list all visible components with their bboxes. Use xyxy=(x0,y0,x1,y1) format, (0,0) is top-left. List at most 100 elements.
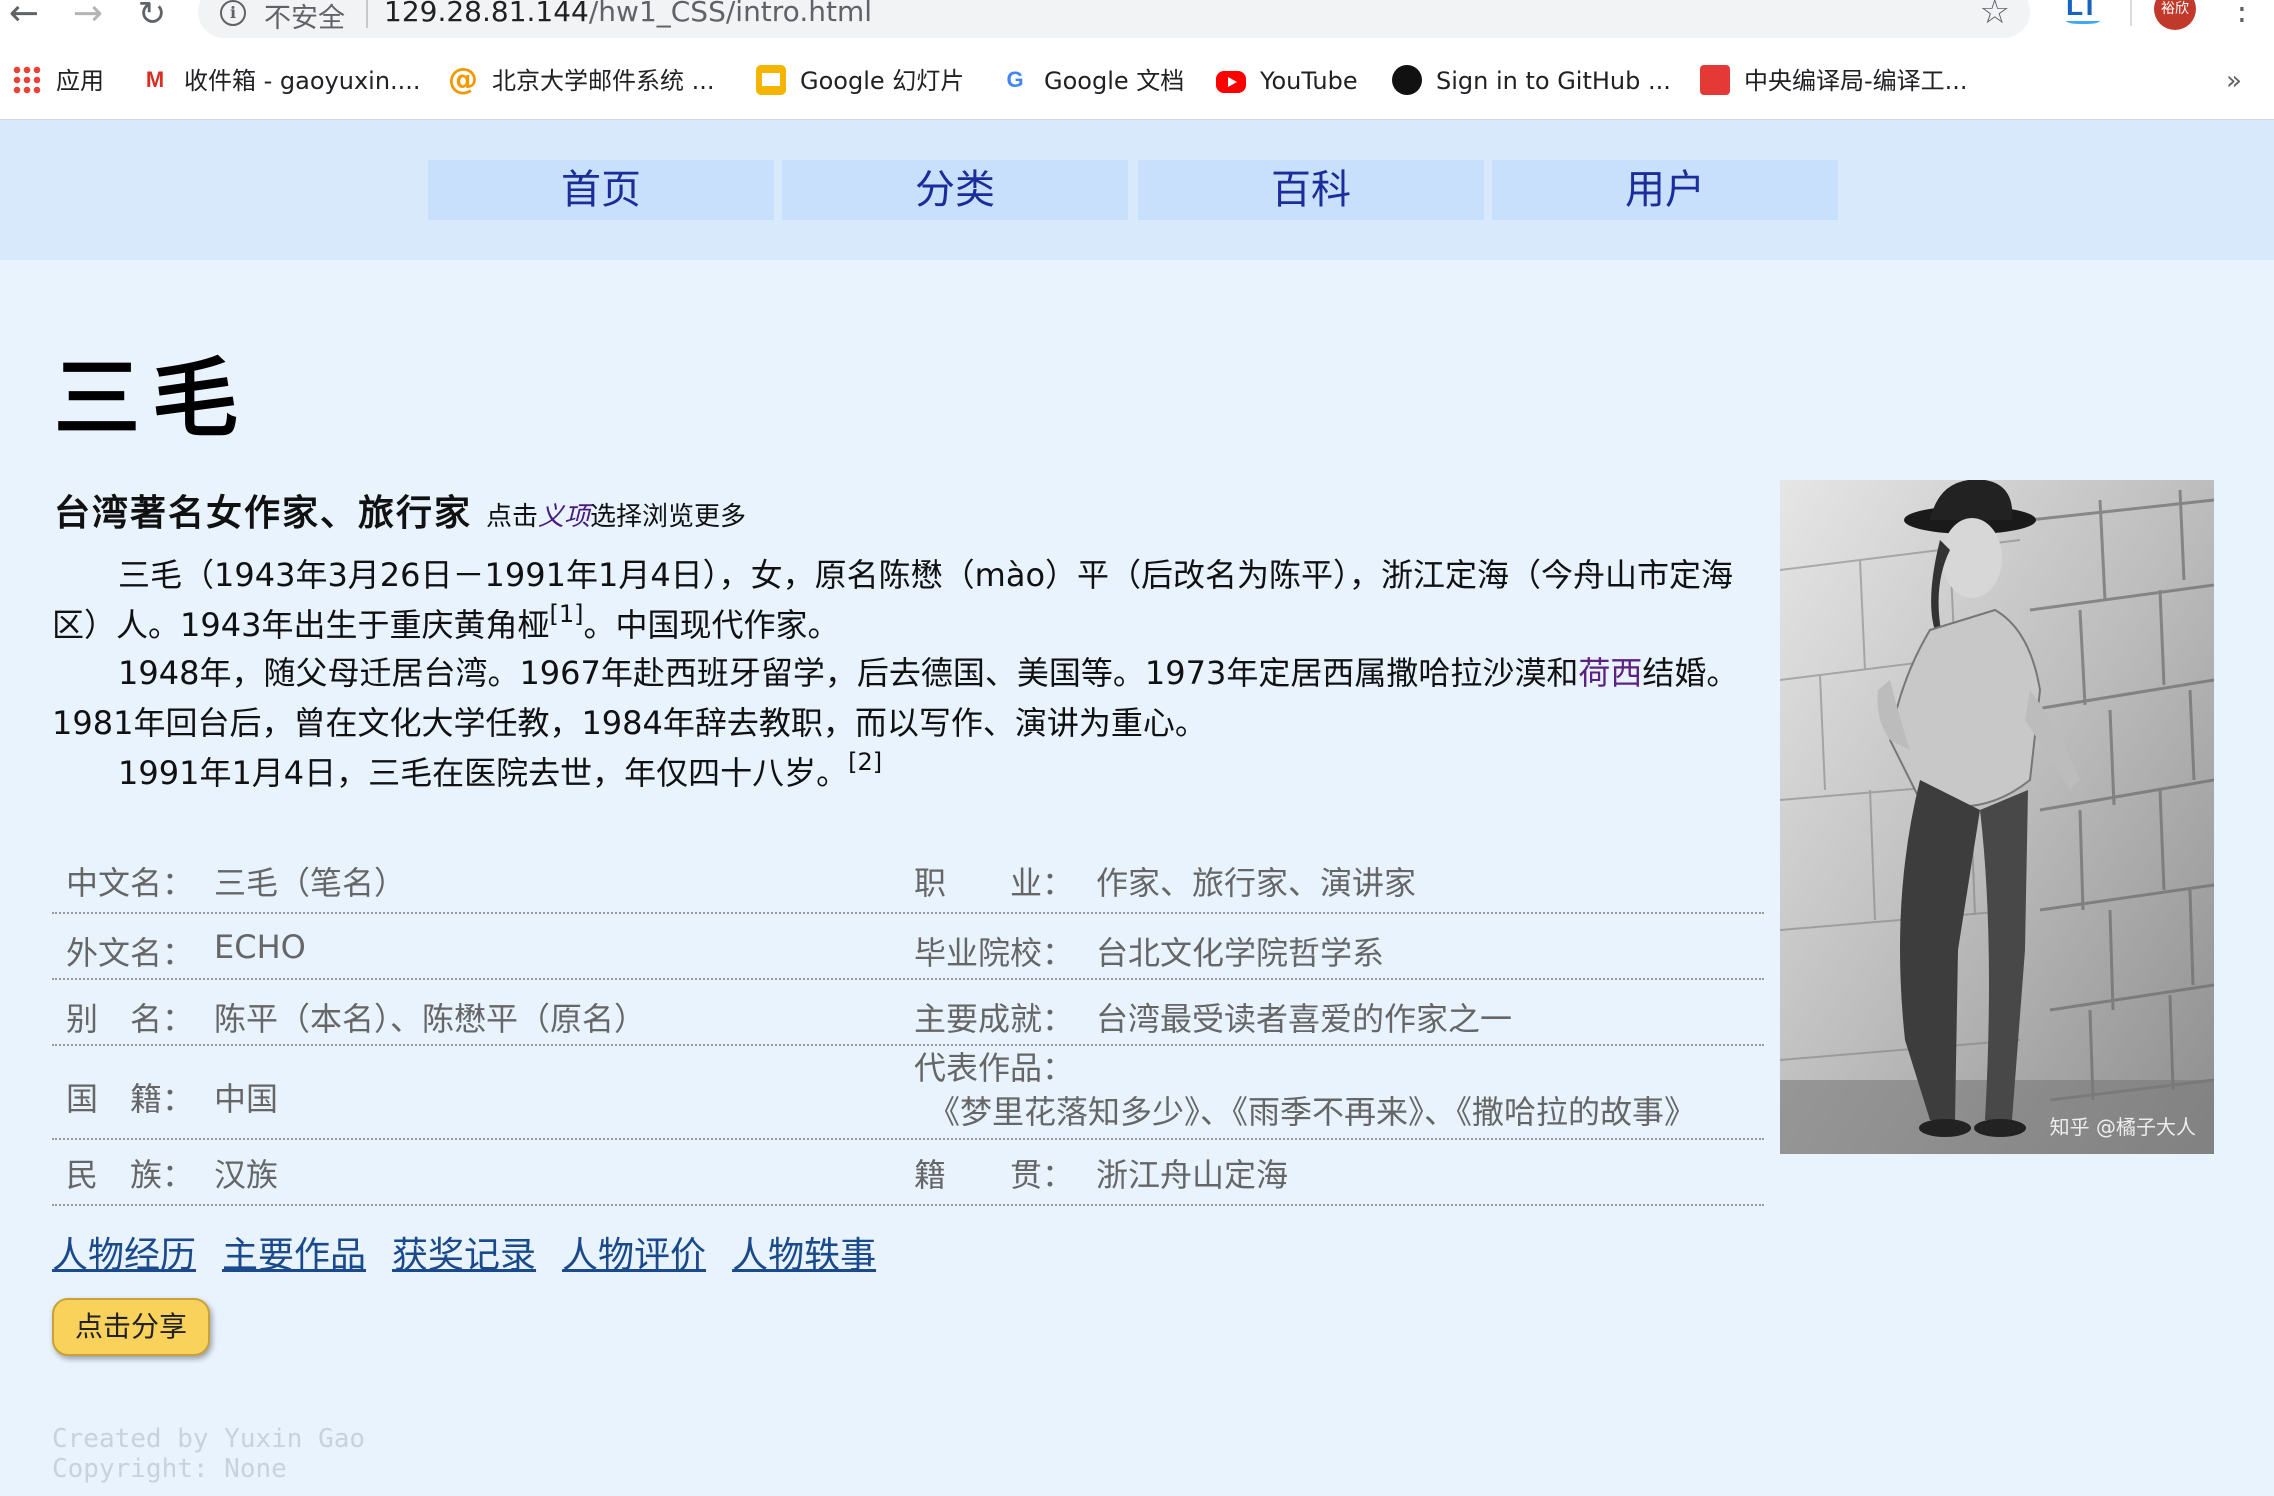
bookmark-gmail[interactable]: M 收件箱 - gaoyuxin.... xyxy=(140,64,421,98)
link-works[interactable]: 主要作品 xyxy=(222,1235,366,1276)
bookmark-label: 中央编译局-编译工... xyxy=(1744,67,1968,95)
info-value: 《梦里花落知多少》、《雨季不再来》、《撒哈拉的故事》 xyxy=(944,1093,1697,1131)
bookmark-github[interactable]: Sign in to GitHub ... xyxy=(1392,64,1671,98)
browser-chrome: ← → ↻ i 不安全 129.28.81.144/hw1_CSS/intro.… xyxy=(0,0,2274,120)
info-value-wrapped: 代表作品： 《梦里花落知多少》、《雨季不再来》、《撒哈拉的故事》 xyxy=(914,1046,1764,1134)
nav-category[interactable]: 分类 xyxy=(782,160,1128,220)
bookmark-label: 北京大学邮件系统 ... xyxy=(492,67,715,95)
link-anecdotes[interactable]: 人物轶事 xyxy=(732,1235,876,1276)
info-key: 国 籍： xyxy=(66,1080,195,1118)
info-key: 民 族： xyxy=(66,1156,195,1194)
url-path: /hw1_CSS/intro.html xyxy=(588,0,873,28)
gmail-icon: M xyxy=(145,67,165,92)
bookmark-youtube[interactable]: YouTube xyxy=(1216,64,1358,98)
info-key: 毕业院校： xyxy=(914,934,1075,972)
link-reviews[interactable]: 人物评价 xyxy=(562,1235,706,1276)
reference-2[interactable]: [2] xyxy=(848,748,882,776)
bookmark-label: Google 文档 xyxy=(1044,67,1185,95)
info-value: ECHO xyxy=(214,928,306,966)
subtitle: 台湾著名女作家、旅行家 点击义项选择浏览更多 xyxy=(54,484,746,536)
reload-icon[interactable]: ↻ xyxy=(132,0,172,34)
reference-1[interactable]: [1] xyxy=(549,600,583,628)
info-key: 籍 贯： xyxy=(914,1156,1075,1194)
address-divider xyxy=(366,0,368,28)
info-value: 汉族 xyxy=(214,1156,279,1194)
info-row: 中文名： 三毛（笔名） 职 业： 作家、旅行家、演讲家 xyxy=(52,848,1764,914)
bookmark-label: Google 幻灯片 xyxy=(800,67,965,95)
info-row: 外文名： ECHO 毕业院校： 台北文化学院哲学系 xyxy=(52,914,1764,980)
info-value: 台湾最受读者喜爱的作家之一 xyxy=(1096,1000,1513,1038)
profile-avatar[interactable]: 裕欣 xyxy=(2154,0,2196,30)
bookmark-google-slides[interactable]: Google 幻灯片 xyxy=(756,64,964,98)
github-icon xyxy=(1392,65,1422,95)
languagetool-extension-icon[interactable]: LT xyxy=(2066,0,2100,24)
bookmark-label: YouTube xyxy=(1260,67,1358,95)
toolbar-divider xyxy=(2130,0,2132,26)
info-key: 中文名： xyxy=(66,864,195,902)
section-links: 人物经历 主要作品 获奖记录 人物评价 人物轶事 xyxy=(52,1226,902,1278)
bookmark-star-icon[interactable]: ☆ xyxy=(1980,0,2010,32)
hint-suffix: 选择浏览更多 xyxy=(590,502,747,532)
info-value: 中国 xyxy=(214,1080,279,1118)
intro-text-segment: 三毛（1943年3月26日－1991年1月4日），女，原名陈懋（mào）平（后改… xyxy=(52,556,1734,644)
info-row: 民 族： 汉族 籍 贯： 浙江舟山定海 xyxy=(52,1140,1764,1206)
nav-encyclopedia[interactable]: 百科 xyxy=(1138,160,1484,220)
site-nav: 首页 分类 百科 用户 xyxy=(0,120,2274,260)
portrait-photo: 知乎 @橘子大人 xyxy=(1780,480,2214,1154)
disambiguation-link[interactable]: 义项 xyxy=(538,502,590,532)
info-value: 浙江舟山定海 xyxy=(1096,1156,1289,1194)
intro-text: 三毛（1943年3月26日－1991年1月4日），女，原名陈懋（mào）平（后改… xyxy=(52,550,1758,798)
nav-home[interactable]: 首页 xyxy=(428,160,774,220)
footer-copyright: Copyright: None xyxy=(52,1454,287,1484)
info-value: 陈平（本名）、陈懋平（原名） xyxy=(214,1000,647,1038)
bookmark-apps[interactable]: 应用 xyxy=(12,64,104,98)
bookmark-label: 收件箱 - gaoyuxin.... xyxy=(184,67,421,95)
info-key: 主要成就： xyxy=(914,1000,1075,1038)
browser-toolbar: ← → ↻ i 不安全 129.28.81.144/hw1_CSS/intro.… xyxy=(0,0,2274,42)
info-value: 台北文化学院哲学系 xyxy=(1096,934,1385,972)
info-row: 别 名： 陈平（本名）、陈懋平（原名） 主要成就： 台湾最受读者喜爱的作家之一 xyxy=(52,980,1764,1046)
intro-text-segment: 1948年，随父母迁居台湾。1967年赴西班牙留学，后去德国、美国等。1973年… xyxy=(118,654,1579,692)
info-key: 代表作品： xyxy=(914,1049,1075,1087)
link-biography[interactable]: 人物经历 xyxy=(52,1235,196,1276)
cctb-icon xyxy=(1700,65,1730,95)
back-arrow-icon[interactable]: ← xyxy=(4,0,44,34)
page-title: 三毛 xyxy=(54,348,250,449)
hint-prefix: 点击 xyxy=(486,502,539,532)
portrait-illustration xyxy=(1780,480,2214,1154)
intro-text-segment: 。中国现代作家。 xyxy=(583,606,840,644)
bookmark-label: 应用 xyxy=(56,67,104,95)
forward-arrow-icon[interactable]: → xyxy=(68,0,108,34)
info-icon[interactable]: i xyxy=(220,0,246,26)
info-key: 别 名： xyxy=(66,1000,195,1038)
youtube-icon xyxy=(1216,71,1246,93)
at-sign-icon: @ xyxy=(448,62,478,97)
info-table: 中文名： 三毛（笔名） 职 业： 作家、旅行家、演讲家 外文名： ECHO 毕业… xyxy=(52,848,1764,1206)
apps-grid-icon xyxy=(12,65,42,95)
address-bar[interactable]: i 不安全 129.28.81.144/hw1_CSS/intro.html ☆ xyxy=(198,0,2030,38)
security-label: 不安全 xyxy=(264,3,345,34)
subtitle-main: 台湾著名女作家、旅行家 xyxy=(54,492,473,534)
url-text[interactable]: 129.28.81.144/hw1_CSS/intro.html xyxy=(384,0,872,28)
bookmark-cctb[interactable]: 中央编译局-编译工... xyxy=(1700,64,1968,98)
share-button[interactable]: 点击分享 xyxy=(52,1298,210,1356)
browser-menu-icon[interactable]: ⋮ xyxy=(2226,0,2258,24)
photo-credit: 知乎 @橘子大人 xyxy=(2049,1115,2196,1139)
nav-user[interactable]: 用户 xyxy=(1492,160,1838,220)
bookmark-pku-mail[interactable]: @ 北京大学邮件系统 ... xyxy=(448,64,715,98)
footer: Created by Yuxin Gao Copyright: None xyxy=(52,1424,365,1484)
google-slides-icon xyxy=(756,65,786,95)
intro-paragraph-2: 1948年，随父母迁居台湾。1967年赴西班牙留学，后去德国、美国等。1973年… xyxy=(52,648,1758,748)
intro-text-segment: 1991年1月4日，三毛在医院去世，年仅四十八岁。 xyxy=(118,754,849,792)
intro-paragraph-3: 1991年1月4日，三毛在医院去世，年仅四十八岁。[2] xyxy=(52,748,1758,798)
bookmarks-bar: 应用 M 收件箱 - gaoyuxin.... @ 北京大学邮件系统 ... Goo… xyxy=(0,60,2274,100)
bookmarks-overflow-icon[interactable]: » xyxy=(2226,66,2242,96)
bookmark-label: Sign in to GitHub ... xyxy=(1436,67,1671,95)
bookmark-google-docs[interactable]: G Google 文档 xyxy=(1000,64,1184,98)
link-jose[interactable]: 荷西 xyxy=(1578,654,1642,692)
google-icon: G xyxy=(1006,67,1024,92)
intro-paragraph-1: 三毛（1943年3月26日－1991年1月4日），女，原名陈懋（mào）平（后改… xyxy=(52,550,1758,650)
link-awards[interactable]: 获奖记录 xyxy=(392,1235,536,1276)
info-value: 作家、旅行家、演讲家 xyxy=(1096,864,1417,902)
info-key: 职 业： xyxy=(914,864,1075,902)
